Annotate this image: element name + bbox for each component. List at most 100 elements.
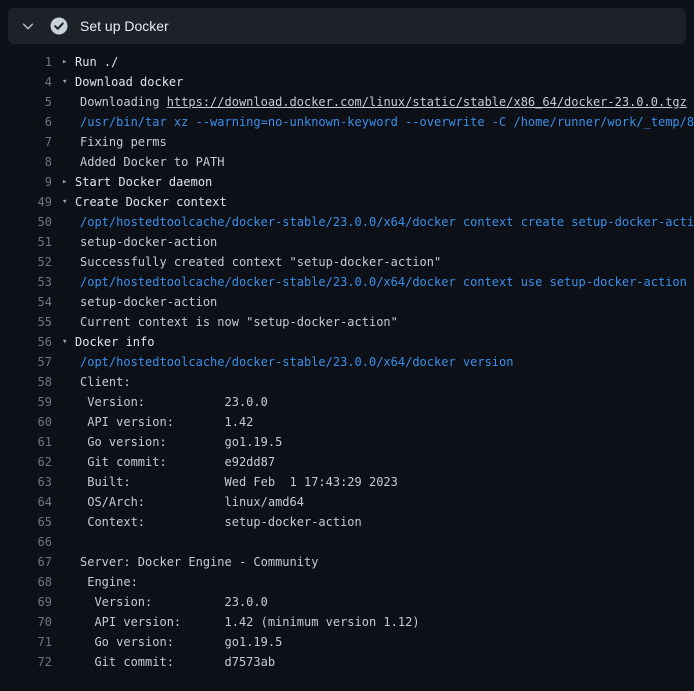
line-number[interactable]: 51	[0, 232, 52, 252]
line-number[interactable]: 9	[0, 172, 52, 192]
log-text: Downloading https://download.docker.com/…	[80, 92, 687, 112]
line-number[interactable]: 62	[0, 452, 52, 472]
line-number[interactable]: 68	[0, 572, 52, 592]
log-row: 65 Context: setup-docker-action	[0, 512, 694, 532]
indent-spacer	[52, 92, 80, 112]
log-row: 59 Version: 23.0.0	[0, 392, 694, 412]
log-row: 54 setup-docker-action	[0, 292, 694, 312]
line-number[interactable]: 55	[0, 312, 52, 332]
line-number[interactable]: 5	[0, 92, 52, 112]
log-group-row[interactable]: 49 ▾Create Docker context	[0, 192, 694, 212]
line-number[interactable]: 67	[0, 552, 52, 572]
line-number[interactable]: 54	[0, 292, 52, 312]
log-text: Go version: go1.19.5	[80, 432, 282, 452]
log-viewer: 1▸Run ./4▾Download docker5Downloading ht…	[0, 44, 694, 672]
log-row: 60 API version: 1.42	[0, 412, 694, 432]
indent-spacer	[52, 612, 80, 632]
log-group-row[interactable]: 4 ▾Download docker	[0, 72, 694, 92]
chevron-down-icon[interactable]	[20, 18, 36, 34]
log-group-row[interactable]: 9 ▸Start Docker daemon	[0, 172, 694, 192]
log-text: Engine:	[80, 572, 138, 592]
indent-spacer	[52, 212, 80, 232]
line-number[interactable]: 49	[0, 192, 52, 212]
line-number[interactable]: 63	[0, 472, 52, 492]
line-number[interactable]: 53	[0, 272, 52, 292]
log-row: 8Added Docker to PATH	[0, 152, 694, 172]
log-text: Git commit: e92dd87	[80, 452, 275, 472]
line-number[interactable]: 60	[0, 412, 52, 432]
line-number[interactable]: 61	[0, 432, 52, 452]
group-title: Start Docker daemon	[75, 172, 212, 192]
indent-spacer	[52, 472, 80, 492]
log-text: Server: Docker Engine - Community	[80, 552, 318, 572]
log-text: Successfully created context "setup-dock…	[80, 252, 441, 272]
group-title: Create Docker context	[75, 192, 227, 212]
log-text: Client:	[80, 372, 131, 392]
indent-spacer	[52, 252, 80, 272]
log-row: 58 Client:	[0, 372, 694, 392]
indent-spacer	[52, 232, 80, 252]
indent-spacer	[52, 552, 80, 572]
indent-spacer	[52, 132, 80, 152]
log-row: 66	[0, 532, 694, 552]
log-row: 52 Successfully created context "setup-do…	[0, 252, 694, 272]
group-title: Run ./	[75, 52, 118, 72]
line-number[interactable]: 4	[0, 72, 52, 92]
log-link[interactable]: https://download.docker.com/linux/static…	[167, 95, 687, 109]
triangle-expanded-icon[interactable]: ▾	[62, 72, 75, 92]
log-row: 62 Git commit: e92dd87	[0, 452, 694, 472]
line-number[interactable]: 57	[0, 352, 52, 372]
log-text: Git commit: d7573ab	[80, 652, 275, 672]
line-number[interactable]: 1	[0, 52, 52, 72]
line-number[interactable]: 69	[0, 592, 52, 612]
line-number[interactable]: 64	[0, 492, 52, 512]
log-text: Context: setup-docker-action	[80, 512, 362, 532]
triangle-collapsed-icon[interactable]: ▸	[62, 172, 75, 192]
log-text: setup-docker-action	[80, 292, 217, 312]
line-number[interactable]: 56	[0, 332, 52, 352]
triangle-expanded-icon[interactable]: ▾	[62, 192, 75, 212]
line-number[interactable]: 70	[0, 612, 52, 632]
triangle-collapsed-icon[interactable]: ▸	[62, 52, 75, 72]
indent-spacer	[52, 272, 80, 292]
indent-spacer	[52, 512, 80, 532]
line-number[interactable]: 71	[0, 632, 52, 652]
group-title: Download docker	[75, 72, 183, 92]
log-text: Built: Wed Feb 1 17:43:29 2023	[80, 472, 398, 492]
indent-spacer	[52, 652, 80, 672]
log-group-row[interactable]: 1 ▸Run ./	[0, 52, 694, 72]
log-group-row[interactable]: 56 ▾Docker info	[0, 332, 694, 352]
line-number[interactable]: 6	[0, 112, 52, 132]
line-number[interactable]: 66	[0, 532, 52, 552]
log-row: 70 API version: 1.42 (minimum version 1.…	[0, 612, 694, 632]
check-circle-icon	[50, 17, 68, 35]
line-number[interactable]: 72	[0, 652, 52, 672]
log-text: Go version: go1.19.5	[80, 632, 282, 652]
log-row: 64 OS/Arch: linux/amd64	[0, 492, 694, 512]
log-row: 71 Go version: go1.19.5	[0, 632, 694, 652]
line-number[interactable]: 58	[0, 372, 52, 392]
log-row: 55 Current context is now "setup-docker-a…	[0, 312, 694, 332]
indent-spacer	[52, 452, 80, 472]
log-text: Current context is now "setup-docker-act…	[80, 312, 398, 332]
log-command-text: /opt/hostedtoolcache/docker-stable/23.0.…	[80, 272, 687, 292]
log-text: Fixing perms	[80, 132, 167, 152]
log-text: API version: 1.42	[80, 412, 253, 432]
log-text: Version: 23.0.0	[80, 592, 268, 612]
step-header[interactable]: Set up Docker	[8, 8, 686, 44]
log-row: 69 Version: 23.0.0	[0, 592, 694, 612]
indent-spacer	[52, 372, 80, 392]
line-number[interactable]: 7	[0, 132, 52, 152]
line-number[interactable]: 50	[0, 212, 52, 232]
log-text: Version: 23.0.0	[80, 392, 268, 412]
indent-spacer	[52, 292, 80, 312]
triangle-expanded-icon[interactable]: ▾	[62, 332, 75, 352]
indent-spacer	[52, 352, 80, 372]
line-number[interactable]: 52	[0, 252, 52, 272]
group-title: Docker info	[75, 332, 154, 352]
line-number[interactable]: 59	[0, 392, 52, 412]
log-row: 61 Go version: go1.19.5	[0, 432, 694, 452]
line-number[interactable]: 8	[0, 152, 52, 172]
line-number[interactable]: 65	[0, 512, 52, 532]
indent-spacer	[52, 392, 80, 412]
